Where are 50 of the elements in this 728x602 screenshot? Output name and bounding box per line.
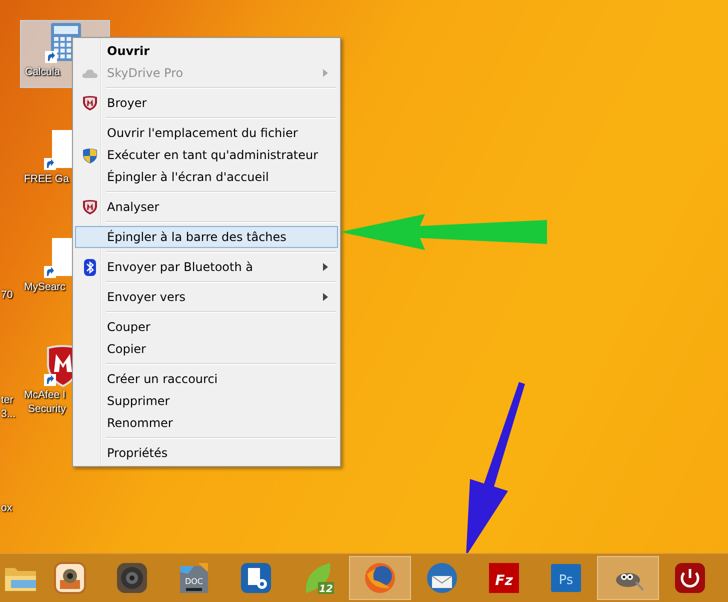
document-scanner-icon <box>180 563 208 593</box>
shortcut-label: FREE Ga <box>24 172 69 186</box>
folder-icon <box>5 568 36 591</box>
shield-icon <box>82 199 98 215</box>
icon-label: DOC <box>184 577 204 586</box>
menu-item[interactable]: Broyer <box>75 92 338 114</box>
menu-item[interactable]: Copier <box>75 338 338 360</box>
menu-item[interactable]: Créer un raccourci <box>75 368 338 390</box>
menu-item[interactable]: Envoyer vers <box>75 286 338 308</box>
menu-item[interactable]: Propriétés <box>75 442 338 464</box>
shortcut-label: ox <box>1 501 12 515</box>
icon-label: Ps <box>558 573 574 588</box>
animal-mascot-icon <box>616 573 644 591</box>
menu-item[interactable]: Exécuter en tant qu'administrateur <box>75 144 338 166</box>
mail-icon <box>427 563 457 593</box>
leaf-icon <box>306 563 334 594</box>
menu-item[interactable]: Épingler à la barre des tâches <box>75 226 338 248</box>
taskbar-button[interactable]: Ps <box>535 556 597 600</box>
shield-icon <box>82 146 98 164</box>
shortcut-label: Calcula <box>25 65 60 79</box>
shield-icon <box>82 95 98 111</box>
shortcut-label: 3... <box>1 407 16 421</box>
bluetooth-icon <box>84 258 96 276</box>
menu-item[interactable]: Couper <box>75 316 338 338</box>
power-icon <box>675 563 705 593</box>
menu-item[interactable]: Envoyer par Bluetooth à <box>75 256 338 278</box>
menu-item[interactable]: Ouvrir l'emplacement du fichier <box>75 122 338 144</box>
shortcut-label: Security <box>28 402 66 416</box>
menu-item[interactable]: Renommer <box>75 412 338 434</box>
icon-label: Fz <box>495 573 513 589</box>
taskbar-button[interactable]: DOC <box>163 556 225 600</box>
shortcut-label: ter <box>1 393 14 407</box>
cloud-icon <box>82 68 98 78</box>
menu-item[interactable]: Analyser <box>75 196 338 218</box>
globe-icon <box>365 563 395 593</box>
menu-item[interactable]: Supprimer <box>75 390 338 412</box>
speaker-icon <box>117 563 147 593</box>
shortcut-label: MySearc <box>24 280 66 294</box>
camera-icon <box>54 562 86 594</box>
menu-item[interactable]: Épingler à l'écran d'accueil <box>75 166 338 188</box>
document-settings-icon <box>241 563 271 593</box>
app-logo-icon <box>489 563 519 593</box>
taskbar-button[interactable]: 12 <box>287 556 349 600</box>
shortcut-label: 70 <box>1 288 13 302</box>
taskbar-button[interactable]: Fz <box>473 556 535 600</box>
app-logo-icon <box>551 564 581 592</box>
taskbar-button[interactable] <box>349 556 411 600</box>
icon-label: 12 <box>319 584 333 595</box>
shortcut-label: McAfee I <box>24 388 66 402</box>
taskbar-button[interactable] <box>597 556 659 600</box>
